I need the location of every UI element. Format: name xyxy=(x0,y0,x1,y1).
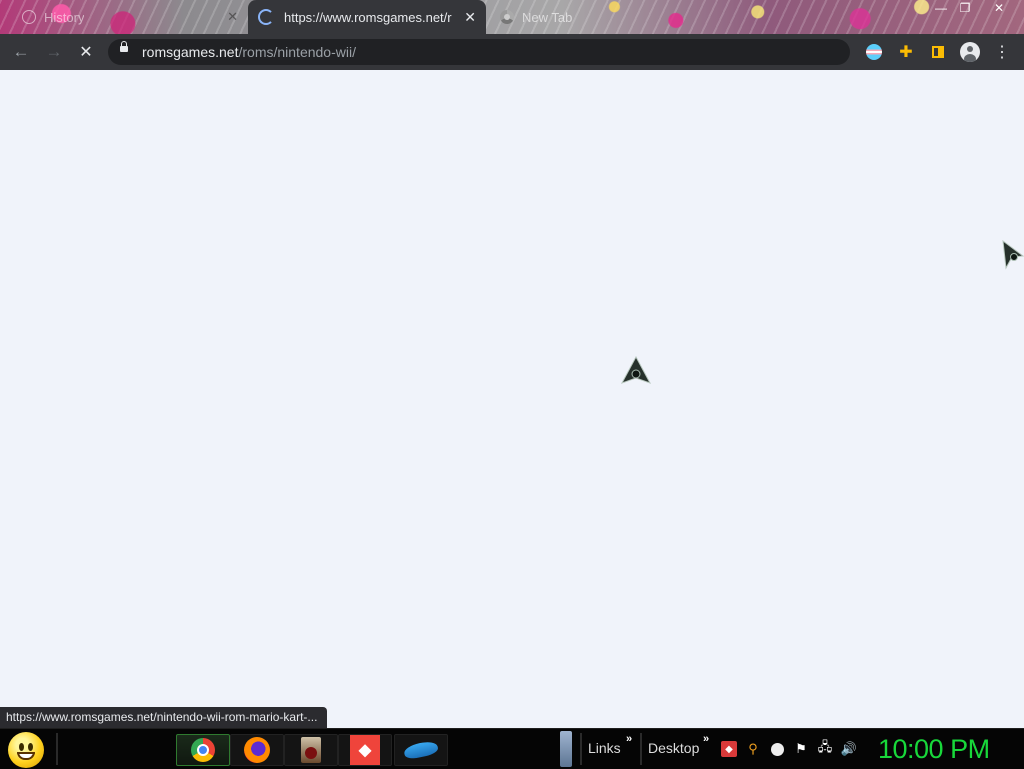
tab-romsgames[interactable]: https://www.romsgames.net/rom ✕ xyxy=(248,0,486,34)
maximize-button[interactable]: ❐ xyxy=(952,0,978,16)
minimize-button[interactable]: — xyxy=(928,0,954,16)
back-button[interactable]: ← xyxy=(9,40,33,64)
divider xyxy=(640,733,642,765)
taskbar-chrome-button[interactable] xyxy=(176,734,230,766)
taskbar-anydesk-button[interactable]: ◆ xyxy=(338,734,392,766)
url-domain: romsgames.net xyxy=(142,44,239,60)
tab-strip: History ✕ https://www.romsgames.net/rom … xyxy=(0,0,1024,34)
links-toolbar[interactable]: Links xyxy=(588,740,621,756)
game-icon xyxy=(301,737,321,763)
taskbar-game-button[interactable] xyxy=(284,734,338,766)
tab-label: https://www.romsgames.net/rom xyxy=(284,9,452,25)
taskbar-clock[interactable]: 10:00 PM xyxy=(878,734,990,765)
action-center-flag-icon[interactable]: ⚑ xyxy=(793,741,809,757)
close-icon[interactable]: ✕ xyxy=(464,9,476,26)
stop-button[interactable]: ✕ xyxy=(74,40,98,64)
divider xyxy=(56,733,58,765)
start-smiley-icon[interactable] xyxy=(8,732,44,768)
chat-tray-icon[interactable] xyxy=(769,741,785,757)
divider xyxy=(580,733,582,765)
profile-flag-icon[interactable] xyxy=(862,40,886,64)
loading-spinner-icon xyxy=(258,9,274,25)
search-tray-icon[interactable]: ⚲ xyxy=(745,741,761,757)
anydesk-icon: ◆ xyxy=(350,735,380,765)
url-path: /roms/nintendo-wii/ xyxy=(238,44,356,60)
tab-label: History xyxy=(44,9,85,25)
sidebar-icon[interactable] xyxy=(926,40,950,64)
address-url: romsgames.net/roms/nintendo-wii/ xyxy=(142,44,356,60)
address-bar[interactable]: romsgames.net/roms/nintendo-wii/ xyxy=(108,39,850,65)
loading-eye-icon xyxy=(620,355,652,386)
page-content xyxy=(0,70,1024,728)
taskbar-firefox-button[interactable] xyxy=(230,734,284,766)
extensions-icon[interactable]: ✚ xyxy=(894,40,918,64)
taskbar-dolphin-button[interactable] xyxy=(394,734,448,766)
forward-button[interactable]: → xyxy=(42,40,66,64)
close-window-button[interactable]: ✕ xyxy=(986,0,1012,16)
taskbar-resize-handle[interactable] xyxy=(560,731,572,767)
close-icon[interactable]: ✕ xyxy=(227,9,238,25)
menu-icon[interactable]: ⋮ xyxy=(990,40,1014,64)
volume-icon[interactable]: 🔊 xyxy=(841,741,857,757)
chrome-icon xyxy=(500,10,514,24)
network-icon[interactable]: 🖧 xyxy=(817,739,833,757)
firefox-icon xyxy=(244,737,270,763)
dolphin-icon xyxy=(402,739,440,761)
link-status-bar: https://www.romsgames.net/nintendo-wii-r… xyxy=(0,707,328,728)
chrome-icon xyxy=(191,738,215,762)
account-icon[interactable] xyxy=(958,40,982,64)
cursor-icon xyxy=(1000,239,1024,270)
taskbar: ◆ Links » Desktop » ◆ ⚲ ⚑ 🖧 🔊 10:00 PM xyxy=(0,728,1024,769)
tab-history[interactable]: History ✕ xyxy=(12,0,248,34)
anydesk-tray-icon[interactable]: ◆ xyxy=(721,741,737,757)
tab-new-tab[interactable]: New Tab xyxy=(490,0,660,34)
chevron-right-icon[interactable]: » xyxy=(703,733,709,745)
chevron-right-icon[interactable]: » xyxy=(626,733,632,745)
lock-icon[interactable] xyxy=(120,41,128,52)
tab-label: New Tab xyxy=(522,9,573,25)
desktop-toolbar[interactable]: Desktop xyxy=(648,740,699,756)
history-icon xyxy=(22,10,36,24)
